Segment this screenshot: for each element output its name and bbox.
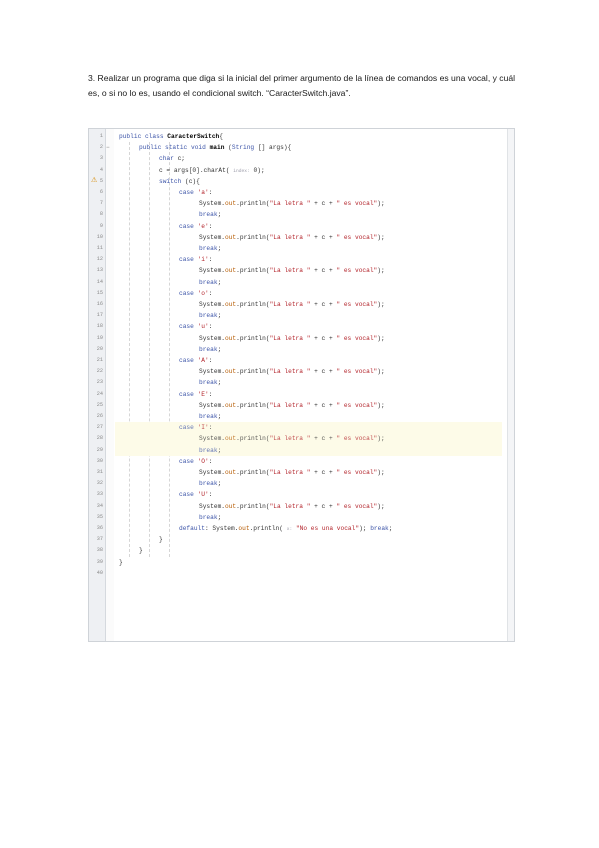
fold-toggle-icon[interactable]: −: [106, 142, 110, 153]
code-area: 1 public class CaracterSwitch{ 2− public st…: [91, 129, 502, 579]
line-number: 20: [96, 345, 103, 352]
code-line[interactable]: System.out.println("La letra " + c + " e…: [199, 333, 385, 344]
line-number: 34: [96, 502, 103, 509]
code-line[interactable]: case 'I':: [179, 422, 212, 433]
code-line[interactable]: System.out.println("La letra " + c + " e…: [199, 400, 385, 411]
line-number: 39: [96, 558, 103, 565]
line-number: 22: [96, 368, 103, 375]
code-line[interactable]: case 'E':: [179, 389, 212, 400]
code-line[interactable]: System.out.println("La letra " + c + " e…: [199, 366, 385, 377]
indent-guide: [169, 142, 170, 557]
line-number: 25: [96, 401, 103, 408]
line-number: 27: [96, 424, 103, 431]
code-line[interactable]: c = args[0].charAt( index: 0);: [159, 165, 265, 176]
code-line[interactable]: System.out.println("La letra " + c + " e…: [199, 299, 385, 310]
warning-icon[interactable]: ⚠: [91, 177, 99, 185]
code-line[interactable]: case 'O':: [179, 456, 212, 467]
line-number: 12: [96, 256, 103, 263]
line-number: 3: [99, 155, 103, 162]
line-number: 35: [96, 513, 103, 520]
line-number: 9: [99, 222, 103, 229]
code-line[interactable]: default: System.out.println( x: "No es u…: [179, 523, 393, 534]
code-line[interactable]: public static void main (String [] args)…: [139, 142, 291, 153]
code-line[interactable]: }: [159, 534, 163, 545]
code-line[interactable]: break;: [199, 243, 221, 254]
code-editor-screenshot: 1 public class CaracterSwitch{ 2− public st…: [88, 128, 515, 642]
code-line[interactable]: char c;: [159, 153, 185, 164]
code-line[interactable]: }: [119, 557, 123, 568]
line-number: 31: [96, 469, 103, 475]
code-line[interactable]: case 'U':: [179, 489, 212, 500]
line-number: 18: [96, 323, 103, 330]
scroll-marker-strip: [507, 129, 514, 641]
code-line[interactable]: case 'e':: [179, 221, 212, 232]
code-line[interactable]: break;: [199, 445, 221, 456]
line-number: 7: [99, 200, 103, 207]
code-line[interactable]: break;: [199, 344, 221, 355]
line-number: 6: [99, 189, 103, 195]
code-line[interactable]: System.out.println("La letra " + c + " e…: [199, 265, 385, 276]
code-line[interactable]: case 'u':: [179, 321, 212, 332]
line-number: 13: [96, 267, 103, 274]
code-line[interactable]: System.out.println("La letra " + c + " e…: [199, 433, 385, 444]
exercise-instruction: 3. Realizar un programa que diga si la i…: [88, 73, 516, 98]
code-line[interactable]: break;: [199, 209, 221, 220]
code-line[interactable]: break;: [199, 478, 221, 489]
line-number: 10: [96, 233, 103, 240]
code-line[interactable]: public class CaracterSwitch{: [119, 131, 223, 142]
code-line[interactable]: }: [139, 545, 143, 556]
code-line[interactable]: case 'a':: [179, 187, 212, 198]
fold-gutter: [106, 129, 114, 641]
code-line[interactable]: break;: [199, 411, 221, 422]
line-number: 24: [96, 390, 103, 397]
line-number: 29: [96, 446, 103, 453]
line-number: 40: [96, 569, 103, 576]
line-number: 14: [96, 278, 103, 285]
faded-code-line-bg: [115, 422, 502, 434]
line-number: 36: [96, 525, 103, 531]
line-number: 8: [99, 211, 103, 218]
faded-code-line-bg: [115, 444, 502, 456]
code-line[interactable]: switch (c){: [159, 176, 200, 187]
line-number: 23: [96, 379, 103, 386]
line-number: 11: [96, 245, 103, 251]
line-number: 19: [96, 334, 103, 341]
indent-guide: [129, 142, 130, 557]
code-line[interactable]: case 'i':: [179, 254, 212, 265]
code-line[interactable]: case 'o':: [179, 288, 212, 299]
line-number: 32: [96, 480, 103, 487]
line-number: 17: [96, 312, 103, 319]
line-number: 1: [99, 133, 103, 139]
code-line[interactable]: case 'A':: [179, 355, 212, 366]
code-line[interactable]: System.out.println("La letra " + c + " e…: [199, 501, 385, 512]
code-line[interactable]: break;: [199, 277, 221, 288]
code-line[interactable]: System.out.println("La letra " + c + " e…: [199, 232, 385, 243]
line-number: 16: [96, 301, 103, 307]
line-number: 38: [96, 547, 103, 554]
line-number: 26: [96, 413, 103, 419]
line-number: 15: [96, 289, 103, 296]
code-line[interactable]: break;: [199, 377, 221, 388]
code-line[interactable]: break;: [199, 512, 221, 523]
line-number: 21: [96, 357, 103, 363]
line-number: 33: [96, 491, 103, 498]
code-line[interactable]: break;: [199, 310, 221, 321]
code-line[interactable]: System.out.println("La letra " + c + " e…: [199, 467, 385, 478]
indent-guide: [149, 142, 150, 557]
line-number: 37: [96, 536, 103, 543]
line-number: 30: [96, 457, 103, 464]
line-number: 28: [96, 435, 103, 442]
code-line[interactable]: System.out.println("La letra " + c + " e…: [199, 198, 385, 209]
line-number: 2: [99, 144, 103, 151]
line-number: 4: [99, 166, 103, 173]
